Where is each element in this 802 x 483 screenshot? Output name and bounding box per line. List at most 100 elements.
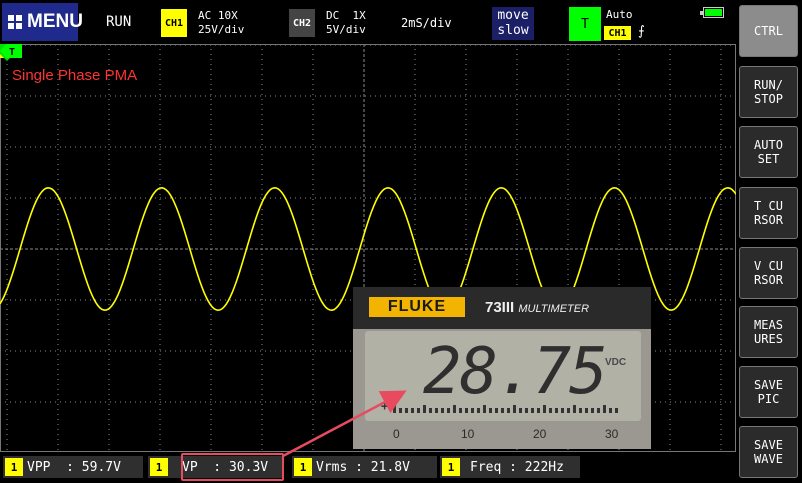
measures-button[interactable]: MEAS URES — [739, 306, 798, 358]
menu-grid-icon — [8, 15, 22, 29]
save-pic-button[interactable]: SAVE PIC — [739, 366, 798, 418]
measure-vrms[interactable]: 1 Vrms : 21.8V — [292, 456, 437, 478]
move-speed-label: slow — [497, 23, 529, 38]
measure-channel-badge: 1 — [442, 458, 460, 476]
scale-0: 0 — [393, 427, 400, 441]
t-cursor-label-1: T CU — [754, 199, 783, 213]
rising-edge-icon[interactable]: ⨍ — [638, 24, 645, 39]
bargraph-segment — [531, 408, 534, 413]
bargraph-segment — [573, 405, 576, 413]
measure-vpp[interactable]: 1 VPP : 59.7V — [3, 456, 143, 478]
vp-highlight-box — [181, 453, 284, 481]
save-wave-label-2: WAVE — [754, 452, 783, 466]
bargraph-segment — [465, 408, 468, 413]
bargraph-segment — [477, 408, 480, 413]
save-wave-button[interactable]: SAVE WAVE — [739, 426, 798, 478]
control-sidebar: CTRL RUN/STOP AUTO SET T CU RSOR V CU RSOR … — [736, 0, 802, 483]
fluke-logo: FLUKE — [369, 297, 465, 317]
v-cursor-button[interactable]: V CU RSOR — [739, 247, 798, 299]
multimeter-photo: FLUKE 73III MULTIMETER 28.75 VDC + 0 10 … — [353, 287, 651, 449]
battery-full-icon — [700, 7, 724, 18]
save-wave-label-1: SAVE — [754, 438, 783, 452]
plus-icon: + — [381, 399, 389, 413]
multimeter-header: FLUKE 73III MULTIMETER — [353, 287, 651, 329]
t-cursor-button[interactable]: T CU RSOR — [739, 187, 798, 239]
trigger-marker-label: T — [9, 47, 15, 58]
bargraph-segment — [507, 408, 510, 413]
multimeter-unit: VDC — [605, 357, 627, 368]
measure-channel-badge: 1 — [5, 458, 23, 476]
bargraph-segment — [411, 408, 414, 413]
measure-freq[interactable]: 1 Freq : 222Hz — [440, 456, 580, 478]
ch2-scale: 5V/div — [326, 23, 366, 36]
auto-set-label-2: SET — [757, 152, 780, 166]
auto-set-label-1: AUTO — [754, 138, 783, 152]
bargraph-segment — [501, 408, 504, 413]
ch1-scale: 25V/div — [198, 23, 245, 36]
measure-channel-badge: 1 — [294, 458, 312, 476]
measures-label-1: MEAS — [754, 318, 783, 332]
bargraph-segment — [555, 408, 558, 413]
trigger-mode[interactable]: Auto — [606, 8, 633, 21]
bargraph-segment — [483, 405, 486, 413]
bargraph-segment — [591, 408, 594, 413]
scale-30: 30 — [605, 427, 619, 441]
bargraph-segment — [537, 408, 540, 413]
ch2-badge[interactable]: CH2 — [289, 9, 315, 37]
scale-10: 10 — [461, 427, 475, 441]
bargraph-segment — [495, 408, 498, 413]
timebase[interactable]: 2mS/div — [401, 16, 452, 30]
run-stop-label-1: RUN/ — [754, 78, 783, 92]
bargraph-segment — [513, 405, 516, 413]
bargraph-segment — [399, 408, 402, 413]
bargraph-segment — [459, 408, 462, 413]
move-label: move — [497, 8, 529, 23]
ch1-badge[interactable]: CH1 — [161, 9, 187, 37]
ch2-info[interactable]: DC 1X 5V/div — [326, 9, 366, 37]
bargraph-segment — [579, 408, 582, 413]
scale-20: 20 — [533, 427, 547, 441]
trigger-source[interactable]: CH1 — [604, 26, 631, 40]
run-stop-button[interactable]: RUN/STOP — [739, 66, 798, 118]
measure-vrms-text: Vrms : 21.8V — [316, 459, 410, 475]
bargraph-segment — [423, 405, 426, 413]
bargraph-segment — [597, 408, 600, 413]
bargraph-segment — [567, 408, 570, 413]
bargraph-segment — [525, 408, 528, 413]
bargraph-segment — [519, 408, 522, 413]
measures-label-2: URES — [754, 332, 783, 346]
ctrl-button[interactable]: CTRL — [739, 5, 798, 57]
menu-button[interactable]: MENU — [2, 3, 83, 41]
bargraph-segment — [447, 408, 450, 413]
bargraph-segment — [405, 408, 408, 413]
bargraph-segment — [435, 408, 438, 413]
run-state[interactable]: RUN — [106, 14, 131, 30]
menu-label: MENU — [27, 11, 83, 32]
bargraph-segment — [489, 408, 492, 413]
measure-channel-badge: 1 — [150, 458, 168, 476]
trigger-badge[interactable]: T — [569, 7, 601, 41]
measure-vpp-text: VPP : 59.7V — [27, 459, 121, 475]
model-number: 73III — [485, 299, 515, 316]
bargraph-segment — [615, 408, 618, 413]
bargraph-segment — [441, 408, 444, 413]
ch2-coupling: DC 1X — [326, 9, 366, 22]
v-cursor-label-1: V CU — [754, 259, 783, 273]
bargraph-segment — [417, 408, 420, 413]
auto-set-button[interactable]: AUTO SET — [739, 126, 798, 178]
top-bar: MENU RUN CH1 AC 10X 25V/div CH2 DC 1X 5V… — [0, 0, 735, 44]
bargraph-segment — [549, 408, 552, 413]
ctrl-label: CTRL — [754, 24, 783, 38]
multimeter-lcd: 28.75 VDC + — [365, 331, 641, 421]
run-stop-label-2: STOP — [754, 92, 783, 106]
move-speed-button[interactable]: move slow — [492, 7, 534, 40]
trigger-level-marker[interactable]: T — [0, 44, 22, 58]
measure-freq-text: Freq : 222Hz — [470, 459, 564, 475]
bargraph-segment — [561, 408, 564, 413]
bargraph-segment — [609, 408, 612, 413]
bargraph-segment — [429, 408, 432, 413]
multimeter-model: 73III MULTIMETER — [485, 299, 589, 316]
ch1-info[interactable]: AC 10X 25V/div — [198, 9, 244, 37]
bargraph-segment — [603, 405, 606, 413]
model-suffix: MULTIMETER — [518, 303, 590, 315]
